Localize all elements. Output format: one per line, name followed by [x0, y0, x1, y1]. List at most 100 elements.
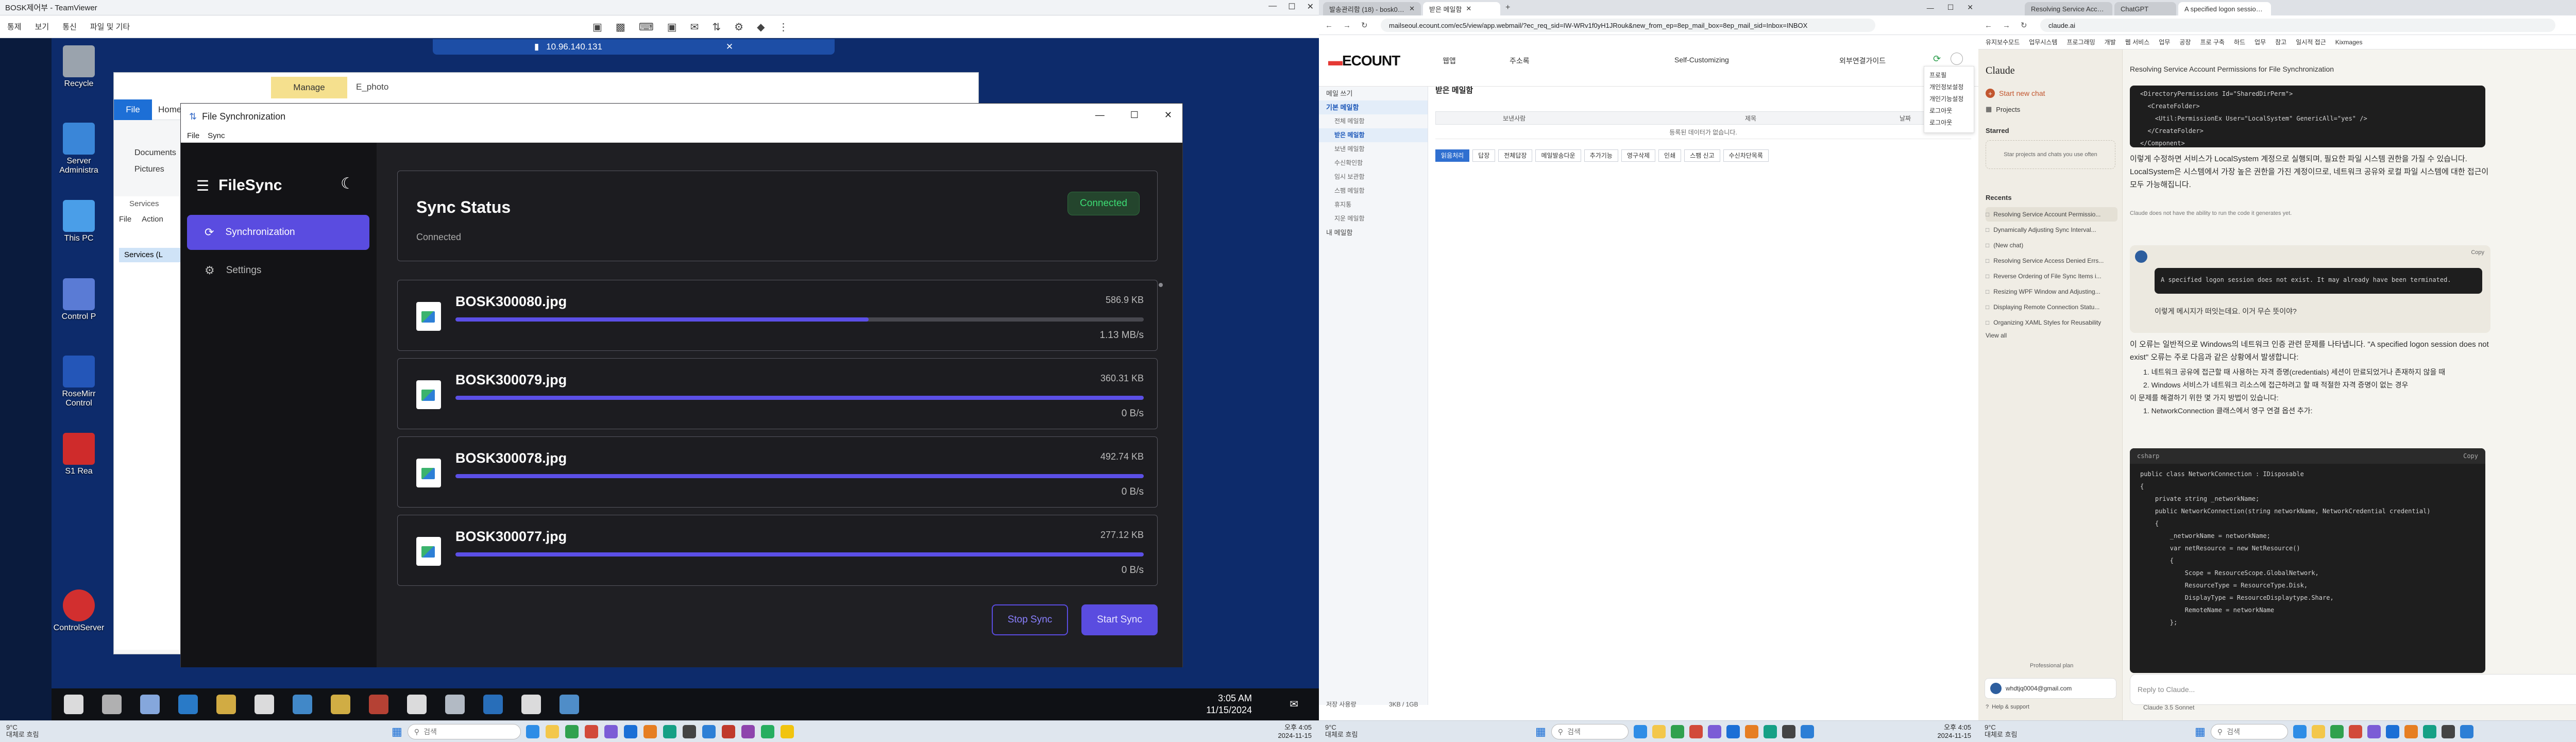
user-menu[interactable]: whdtjq0004@gmail.com — [1985, 678, 2116, 699]
close-icon[interactable]: ✕ — [1307, 2, 1314, 12]
session-close-icon[interactable]: ✕ — [726, 42, 733, 52]
mailbox-item[interactable]: 임시 보관함 — [1319, 170, 1428, 184]
avatar[interactable] — [1951, 53, 1963, 65]
lock-icon[interactable]: ◆ — [757, 21, 765, 33]
recent-chat-item[interactable]: □ Resolving Service Account Permissio... — [1986, 207, 2117, 222]
hamburger-menu-icon[interactable]: ☰ — [196, 177, 209, 194]
quick-item[interactable]: Pictures — [134, 161, 176, 178]
taskbar-app-icon[interactable] — [2422, 725, 2436, 738]
taskbar-app-icon[interactable] — [560, 695, 579, 714]
taskbar-search[interactable]: ⚲ 검색 — [407, 724, 521, 739]
address-bar[interactable]: claude.ai — [2040, 19, 2555, 32]
screenshot-icon[interactable]: ▣ — [667, 21, 677, 33]
taskbar-app-icon[interactable] — [2460, 725, 2473, 738]
dropdown-item[interactable]: 개인기능설정 — [1929, 93, 1969, 105]
recent-chat-item[interactable]: □ (New chat) — [1986, 238, 2117, 252]
taskbar-app-icon[interactable] — [178, 695, 198, 714]
taskbar-app-icon[interactable] — [1633, 725, 1647, 738]
taskbar-app-icon[interactable] — [1689, 725, 1703, 738]
taskbar-app-icon[interactable] — [1800, 725, 1814, 738]
taskbar-app-icon[interactable] — [2367, 725, 2381, 738]
mailbox-item[interactable]: 스팸 메일함 — [1319, 184, 1428, 198]
tv-menu-item[interactable]: 파일 및 기타 — [90, 21, 130, 32]
taskbar-app-icon[interactable] — [643, 725, 657, 738]
nav-self-customizing[interactable]: Self-Customizing — [1674, 56, 1729, 64]
taskbar-app-icon[interactable] — [741, 725, 755, 738]
bookmark-item[interactable]: 공장 — [2179, 38, 2191, 46]
bookmark-item[interactable]: 업무 — [2159, 38, 2170, 46]
dropdown-item[interactable]: 로그아웃 — [1929, 105, 1969, 117]
recent-chat-item[interactable]: □ Dynamically Adjusting Sync Interval... — [1986, 223, 2117, 237]
maximize-icon[interactable]: ☐ — [1130, 110, 1139, 121]
taskbar-app-icon[interactable] — [1763, 725, 1777, 738]
file-transfer-icon[interactable]: ⇅ — [712, 21, 721, 33]
desktop-icon-server[interactable]: Server Administra — [50, 123, 107, 175]
taskbar-app-icon[interactable] — [1782, 725, 1795, 738]
taskbar-app-icon[interactable] — [407, 695, 427, 714]
chat-title[interactable]: Resolving Service Account Permissions fo… — [2130, 65, 2501, 73]
col-subject[interactable]: 제목 — [1745, 114, 1756, 123]
copy-button[interactable]: Copy — [2471, 249, 2484, 256]
address-bar[interactable]: mailseoul.ecount.com/ec5/view/app.webmai… — [1381, 19, 1875, 32]
taskbar-app-icon[interactable] — [2330, 725, 2344, 738]
browser-tab[interactable]: Resolving Service Account Pe... — [2025, 2, 2112, 15]
maximize-icon[interactable]: ☐ — [1288, 2, 1295, 12]
desktop-icon-s1[interactable]: S1 Rea — [50, 433, 107, 476]
back-icon[interactable]: ← — [1325, 21, 1333, 30]
nav-external-guide[interactable]: 외부연결가이드 — [1839, 56, 1886, 66]
bookmark-item[interactable]: 업무 — [2255, 38, 2266, 46]
browser-tab[interactable]: ChatGPT — [2114, 2, 2176, 15]
taskbar-app-icon[interactable] — [2348, 725, 2362, 738]
maximize-icon[interactable]: ☐ — [1947, 3, 1954, 12]
new-chat-button[interactable]: + Start new chat — [1986, 89, 2045, 98]
mail-toolbar-button[interactable]: 인쇄 — [1658, 149, 1682, 162]
explorer-file-tab[interactable]: File — [114, 99, 152, 120]
mail-toolbar-button[interactable]: 메일발송다운 — [1535, 149, 1581, 162]
ecount-logo[interactable]: ▬ECOUNT — [1328, 53, 1400, 69]
taskbar-app-icon[interactable] — [584, 725, 598, 738]
taskbar-app-icon[interactable] — [1744, 725, 1758, 738]
mailbox-item[interactable]: 휴지통 — [1319, 198, 1428, 212]
help-link[interactable]: ? Help & support — [1986, 704, 2029, 710]
taskbar-app-icon[interactable] — [623, 725, 637, 738]
minimize-icon[interactable]: — — [1268, 2, 1277, 12]
mail-toolbar-button[interactable]: 읽음처리 — [1435, 149, 1470, 162]
taskbar-app-icon[interactable] — [1652, 725, 1666, 738]
bookmark-item[interactable]: 하드 — [2234, 38, 2245, 46]
taskbar-app-icon[interactable] — [293, 695, 312, 714]
desktop-icon-rosemirr[interactable]: RoseMirr Control — [50, 356, 107, 408]
bookmark-item[interactable]: 프로 구축 — [2200, 38, 2225, 46]
nav-addressbook[interactable]: 주소록 — [1510, 56, 1530, 66]
forward-icon[interactable]: → — [2003, 21, 2010, 30]
bookmark-item[interactable]: 개발 — [2105, 38, 2116, 46]
taskbar-app-icon[interactable] — [369, 695, 388, 714]
services-local-item[interactable]: Services (L — [119, 248, 181, 262]
keyboard-icon[interactable]: ⌨ — [639, 21, 654, 33]
projects-link[interactable]: ▦ Projects — [1986, 105, 2020, 113]
taskbar-app-icon[interactable] — [2293, 725, 2307, 738]
nav-synchronization[interactable]: ⟳ Synchronization — [187, 215, 369, 250]
nav-webapp[interactable]: 웹앱 — [1443, 56, 1456, 66]
manage-tab[interactable]: Manage — [271, 77, 347, 98]
bookmark-item[interactable]: 업무시스템 — [2029, 38, 2057, 46]
taskbar-app-icon[interactable] — [255, 695, 274, 714]
recent-chat-item[interactable]: □ Resolving Service Access Denied Errs... — [1986, 254, 2117, 268]
minimize-icon[interactable]: — — [1927, 4, 1934, 12]
chat-icon[interactable]: ✉ — [690, 21, 699, 33]
display-icon[interactable]: ▩ — [616, 21, 625, 33]
mail-toolbar-button[interactable]: 답장 — [1472, 149, 1496, 162]
theme-toggle-icon[interactable]: ☾ — [341, 175, 354, 193]
dropdown-item[interactable]: 로그아웃 — [1929, 117, 1969, 129]
weather-widget[interactable]: 9°C 대체로 흐림 — [1985, 724, 2017, 738]
new-tab-icon[interactable]: + — [1505, 3, 1510, 12]
nav-settings[interactable]: ⚙ Settings — [187, 253, 369, 288]
taskbar-app-icon[interactable] — [604, 725, 618, 738]
taskbar-app-icon[interactable] — [545, 725, 559, 738]
mailbox-section[interactable]: 기본 메일함 — [1319, 100, 1428, 114]
dropdown-item[interactable]: 프로필 — [1929, 70, 1969, 81]
reload-icon[interactable]: ↻ — [2021, 21, 2027, 30]
tv-menu-item[interactable]: 통신 — [62, 21, 77, 32]
desktop-icon-recycle[interactable]: Recycle — [50, 45, 107, 89]
menu-file[interactable]: File — [187, 131, 199, 140]
mail-toolbar-button[interactable]: 영구삭제 — [1621, 149, 1656, 162]
